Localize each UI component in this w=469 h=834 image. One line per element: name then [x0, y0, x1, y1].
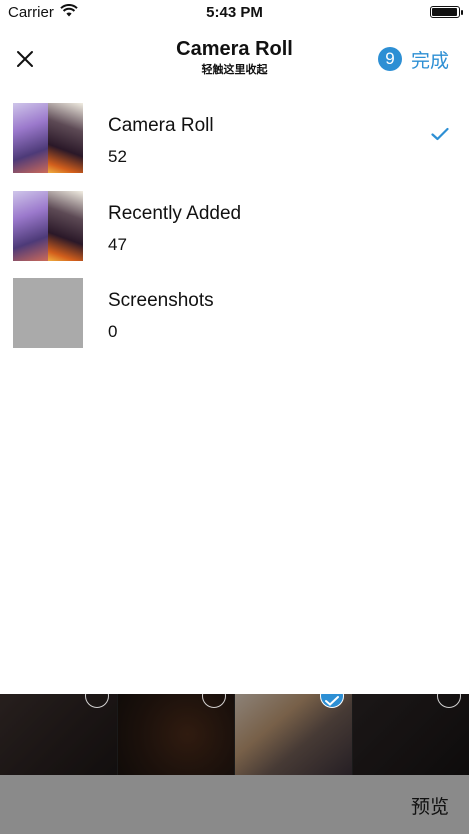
nav-bar: Camera Roll 轻触这里收起 9 完成 — [0, 26, 469, 94]
album-count: 0 — [108, 322, 118, 341]
album-list: Camera Roll 52 Recently Added 47 Screens… — [0, 100, 469, 363]
photo-thumbnail[interactable] — [352, 694, 469, 775]
album-row-camera-roll[interactable]: Camera Roll 52 — [0, 100, 469, 188]
album-thumbnail — [13, 190, 83, 261]
photo-grid-strip — [0, 694, 469, 775]
photo-thumbnail[interactable] — [117, 694, 234, 775]
selected-count-badge: 9 — [377, 47, 402, 71]
preview-button[interactable]: 预览 — [411, 792, 449, 819]
album-thumbnail-placeholder — [13, 278, 83, 348]
checkmark-icon — [431, 127, 449, 141]
battery-icon — [430, 6, 463, 18]
anime-collage-image — [13, 190, 83, 261]
album-name: Recently Added — [108, 202, 242, 224]
album-name: Screenshots — [108, 290, 214, 311]
album-thumbnail — [13, 103, 83, 173]
photo-thumbnail[interactable] — [0, 694, 117, 775]
done-button[interactable]: 9 完成 — [377, 46, 449, 72]
album-name: Camera Roll — [108, 115, 214, 136]
album-count: 52 — [108, 147, 127, 166]
clock: 5:43 PM — [206, 4, 263, 21]
album-row-screenshots[interactable]: Screenshots 0 — [0, 275, 469, 363]
status-bar: Carrier 5:43 PM — [0, 0, 469, 26]
done-label: 完成 — [410, 50, 449, 72]
album-row-recently-added[interactable]: Recently Added 47 — [0, 188, 469, 276]
battery-level — [432, 8, 458, 16]
anime-collage-image — [13, 103, 83, 173]
bottom-toolbar: 预览 — [0, 775, 469, 834]
album-count: 47 — [108, 234, 127, 254]
photo-thumbnail[interactable] — [235, 694, 352, 775]
